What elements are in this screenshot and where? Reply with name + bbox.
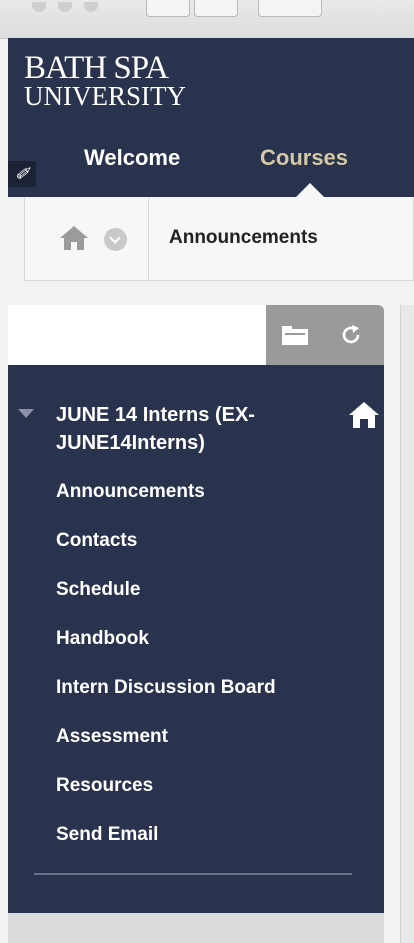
- menu-item-announcements[interactable]: Announcements: [56, 481, 205, 503]
- forward-button[interactable]: [194, 0, 238, 17]
- edit-mode-icon[interactable]: ✐: [8, 161, 36, 187]
- menu-divider: [34, 873, 352, 875]
- menu-item-discussion-board[interactable]: Intern Discussion Board: [56, 677, 276, 699]
- menu-item-handbook[interactable]: Handbook: [56, 628, 149, 650]
- tab-courses[interactable]: Courses: [260, 145, 348, 171]
- refresh-icon[interactable]: [340, 324, 362, 346]
- share-button[interactable]: [258, 0, 322, 17]
- window-control[interactable]: [58, 2, 72, 12]
- back-button[interactable]: [146, 0, 190, 17]
- menu-item-send-email[interactable]: Send Email: [56, 824, 158, 846]
- content-area-edge: [400, 305, 414, 943]
- course-home-icon[interactable]: [348, 401, 380, 429]
- course-title[interactable]: JUNE 14 Interns (EX-JUNE14Interns): [56, 401, 336, 457]
- course-menu-footer: [8, 913, 384, 943]
- university-logo[interactable]: BATH SPA UNIVERSITY: [24, 52, 186, 110]
- browser-chrome: [0, 0, 414, 39]
- window-control[interactable]: [32, 2, 46, 12]
- breadcrumb-divider: [148, 197, 149, 281]
- home-icon[interactable]: [59, 225, 89, 251]
- logo-line-2: UNIVERSITY: [24, 81, 186, 111]
- menu-item-resources[interactable]: Resources: [56, 775, 153, 797]
- chevron-down-icon[interactable]: [104, 228, 127, 251]
- menu-search-field[interactable]: [8, 305, 266, 365]
- window-control[interactable]: [84, 2, 98, 12]
- folder-view-icon[interactable]: [280, 323, 310, 347]
- tab-welcome[interactable]: Welcome: [84, 145, 180, 171]
- menu-item-assessment[interactable]: Assessment: [56, 726, 168, 748]
- menu-item-contacts[interactable]: Contacts: [56, 530, 137, 552]
- breadcrumb: Announcements: [24, 197, 414, 281]
- collapse-arrow-icon[interactable]: [18, 409, 34, 418]
- active-tab-pointer: [296, 183, 324, 197]
- course-menu: JUNE 14 Interns (EX-JUNE14Interns) Annou…: [8, 365, 384, 913]
- breadcrumb-current: Announcements: [169, 227, 318, 248]
- course-menu-toolbar: [8, 305, 384, 365]
- menu-item-schedule[interactable]: Schedule: [56, 579, 140, 601]
- site-header: BATH SPA UNIVERSITY ✐ Welcome Courses: [8, 38, 414, 197]
